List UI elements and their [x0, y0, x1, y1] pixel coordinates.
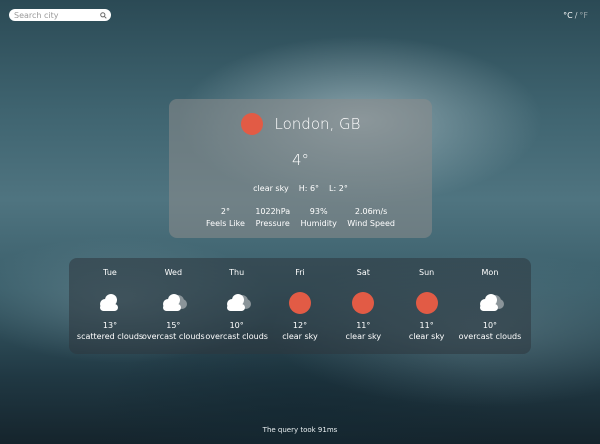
forecast-panel: Tue 13° scattered clouds Wed 15° overcas…	[69, 258, 531, 354]
day-temperature: 10°	[482, 321, 498, 330]
day-name: Wed	[164, 268, 183, 277]
day-name: Tue	[103, 268, 117, 277]
stat-value: 1022hPa	[255, 207, 291, 216]
sun-icon	[412, 290, 442, 316]
unit-separator: /	[574, 11, 578, 20]
day-name: Fri	[295, 268, 305, 277]
stat-label: Pressure	[255, 219, 290, 228]
city-name: London, GB	[274, 115, 361, 133]
unit-toggle: °C / °F	[563, 11, 588, 20]
current-temperature: 4°	[291, 151, 310, 169]
day-temperature: 12°	[292, 321, 308, 330]
day-description: overcast clouds	[458, 332, 522, 341]
sun-icon	[285, 290, 315, 316]
sun-icon	[240, 113, 263, 135]
day-description: clear sky	[408, 332, 445, 341]
search-input[interactable]	[9, 10, 98, 20]
current-weather-panel: London, GB 4° clear sky H: 6° L: 2° 2° F…	[169, 99, 432, 238]
forecast-day: Wed 15° overcast clouds	[142, 258, 205, 341]
day-temperature: 10°	[229, 321, 244, 330]
stat-humidity: 93% Humidity	[301, 207, 337, 228]
stat-value: 2.06m/s	[354, 207, 388, 216]
fahrenheit-toggle[interactable]: °F	[579, 11, 588, 20]
day-name: Mon	[481, 268, 499, 277]
condition-row: clear sky H: 6° L: 2°	[169, 184, 432, 193]
forecast-day: Sun 11° clear sky	[396, 258, 458, 341]
day-temperature: 15°	[166, 321, 181, 330]
day-name: Sat	[356, 268, 370, 277]
sun-icon	[348, 290, 378, 316]
forecast-day: Tue 13° scattered clouds	[76, 258, 144, 341]
overcast-cloud-icon	[222, 290, 252, 316]
overcast-cloud-icon	[158, 290, 188, 316]
high-temperature: H: 6°	[298, 184, 320, 193]
stat-value: 93%	[309, 207, 328, 216]
forecast-day: Sat 11° clear sky	[332, 258, 394, 341]
day-description: overcast clouds	[142, 332, 205, 341]
stat-label: Feels Like	[206, 219, 245, 228]
stat-wind-speed: 2.06m/s Wind Speed	[347, 207, 395, 228]
day-description: clear sky	[282, 332, 318, 341]
forecast-day: Fri 12° clear sky	[269, 258, 331, 341]
forecast-day: Mon 10° overcast clouds	[458, 258, 522, 341]
day-description: scattered clouds	[76, 332, 144, 341]
weather-description: clear sky	[253, 184, 289, 193]
cloud-icon	[95, 290, 125, 316]
location-header: London, GB	[169, 113, 432, 135]
weather-stats: 2° Feels Like 1022hPa Pressure 93% Humid…	[206, 207, 395, 228]
forecast-day: Thu 10° overcast clouds	[205, 258, 268, 341]
low-temperature: L: 2°	[329, 184, 348, 193]
day-name: Sun	[419, 268, 435, 277]
day-temperature: 11°	[419, 321, 434, 330]
overcast-cloud-icon	[475, 290, 505, 316]
day-name: Thu	[229, 268, 245, 277]
search-box[interactable]	[9, 9, 111, 21]
day-description: overcast clouds	[205, 332, 268, 341]
query-time: The query took 91ms	[262, 426, 338, 434]
stat-feels-like: 2° Feels Like	[206, 207, 245, 228]
stat-value: 2°	[220, 207, 230, 216]
forecast-days: Tue 13° scattered clouds Wed 15° overcas…	[69, 258, 531, 341]
day-temperature: 11°	[356, 321, 371, 330]
day-temperature: 13°	[102, 321, 118, 330]
stat-pressure: 1022hPa Pressure	[255, 207, 290, 228]
day-description: clear sky	[345, 332, 382, 341]
celsius-toggle[interactable]: °C	[563, 11, 573, 20]
search-icon[interactable]	[98, 10, 108, 20]
stat-label: Humidity	[300, 219, 337, 228]
stat-label: Wind Speed	[347, 219, 395, 228]
